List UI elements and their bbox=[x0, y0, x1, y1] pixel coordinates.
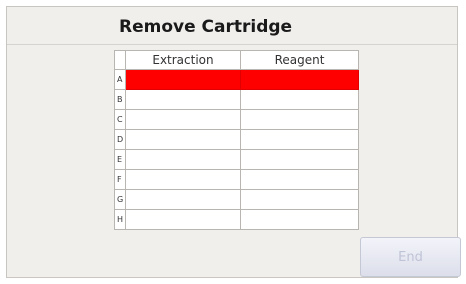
row-letter: G bbox=[114, 189, 126, 210]
table-row: A bbox=[114, 69, 359, 90]
cartridge-table: Extraction Reagent A B C D E F G H bbox=[114, 50, 359, 230]
extraction-cell bbox=[125, 189, 241, 210]
extraction-cell bbox=[125, 109, 241, 130]
remove-cartridge-panel: Remove Cartridge Extraction Reagent A B … bbox=[6, 6, 461, 278]
reagent-cell bbox=[240, 109, 359, 130]
extraction-cell bbox=[125, 89, 241, 110]
reagent-cell bbox=[240, 69, 359, 90]
row-letter: C bbox=[114, 109, 126, 130]
table-corner-cell bbox=[114, 50, 126, 70]
page-title: Remove Cartridge bbox=[119, 17, 293, 37]
column-header-reagent: Reagent bbox=[240, 50, 359, 70]
row-letter: E bbox=[114, 149, 126, 170]
table-row: B bbox=[114, 89, 359, 110]
row-letter: B bbox=[114, 89, 126, 110]
row-letter: H bbox=[114, 209, 126, 230]
row-letter: D bbox=[114, 129, 126, 150]
column-header-extraction: Extraction bbox=[125, 50, 241, 70]
table-row: F bbox=[114, 169, 359, 190]
table-row: G bbox=[114, 189, 359, 210]
title-divider bbox=[7, 44, 457, 45]
end-button[interactable]: End bbox=[360, 237, 461, 277]
row-letter: A bbox=[114, 69, 126, 90]
table-row: D bbox=[114, 129, 359, 150]
extraction-cell bbox=[125, 149, 241, 170]
row-letter: F bbox=[114, 169, 126, 190]
reagent-cell bbox=[240, 209, 359, 230]
reagent-cell bbox=[240, 129, 359, 150]
extraction-cell bbox=[125, 169, 241, 190]
extraction-cell bbox=[125, 69, 241, 90]
reagent-cell bbox=[240, 89, 359, 110]
table-row: E bbox=[114, 149, 359, 170]
table-row: C bbox=[114, 109, 359, 130]
table-header-row: Extraction Reagent bbox=[114, 50, 359, 70]
extraction-cell bbox=[125, 129, 241, 150]
extraction-cell bbox=[125, 209, 241, 230]
table-row: H bbox=[114, 209, 359, 230]
reagent-cell bbox=[240, 189, 359, 210]
reagent-cell bbox=[240, 149, 359, 170]
reagent-cell bbox=[240, 169, 359, 190]
